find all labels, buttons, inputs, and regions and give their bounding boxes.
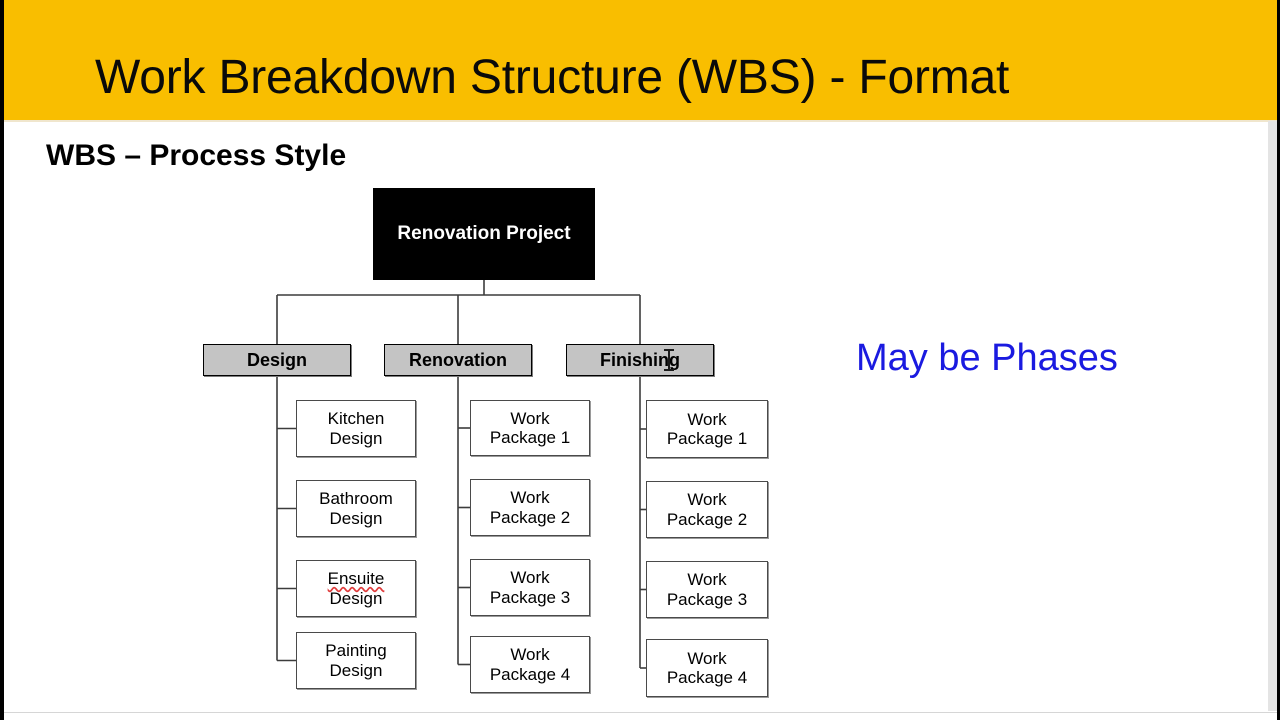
slide-canvas: Work Breakdown Structure (WBS) - Format … [0, 0, 1280, 720]
node-label: Work Package 4 [666, 648, 748, 687]
wbs-work-package-3-4[interactable]: Work Package 4 [646, 639, 768, 697]
vertical-scrollbar[interactable] [1268, 121, 1277, 711]
node-label: Work Package 3 [666, 570, 748, 609]
wbs-work-package-2-4[interactable]: Work Package 4 [470, 636, 590, 693]
wbs-work-package-3-3[interactable]: Work Package 3 [646, 561, 768, 618]
wbs-work-package-2-3[interactable]: Work Package 3 [470, 559, 590, 616]
wbs-work-package-1-2[interactable]: Bathroom Design [296, 480, 416, 537]
text-cursor-icon [664, 349, 674, 371]
wbs-diagram: Renovation Project Design Kitchen Design Ba… [0, 0, 1280, 720]
wbs-work-package-3-1[interactable]: Work Package 1 [646, 400, 768, 458]
node-label: Work Package 4 [489, 645, 571, 684]
node-label: Work Package 1 [666, 409, 748, 448]
wbs-work-package-2-1[interactable]: Work Package 1 [470, 400, 590, 456]
node-label: Work Package 1 [489, 408, 571, 447]
node-label: Work Package 2 [666, 490, 748, 529]
window-border-bottom [4, 712, 1277, 713]
wbs-work-package-2-2[interactable]: Work Package 2 [470, 479, 590, 536]
wbs-phase-node-3[interactable]: Finishing [566, 344, 714, 376]
node-label: Kitchen Design [327, 409, 385, 448]
node-label: Renovation Project [397, 223, 571, 245]
wbs-work-package-1-1[interactable]: Kitchen Design [296, 400, 416, 457]
node-label: Renovation [408, 349, 507, 370]
node-label: Work Package 2 [489, 488, 571, 527]
node-label: Ensuite Design [327, 569, 385, 608]
wbs-phase-node-1[interactable]: Design [203, 344, 351, 376]
wbs-work-package-3-2[interactable]: Work Package 2 [646, 481, 768, 538]
wbs-work-package-1-3[interactable]: Ensuite Design [296, 560, 416, 617]
window-border-left [0, 0, 4, 720]
spellcheck-underline: Ensuite [327, 569, 385, 589]
wbs-root-node[interactable]: Renovation Project [373, 188, 595, 280]
node-label: Work Package 3 [489, 568, 571, 607]
node-label: Painting Design [325, 641, 387, 680]
wbs-phase-node-2[interactable]: Renovation [384, 344, 532, 376]
wbs-work-package-1-4[interactable]: Painting Design [296, 632, 416, 689]
node-label: Bathroom Design [319, 489, 393, 528]
node-label: Design [246, 349, 307, 370]
